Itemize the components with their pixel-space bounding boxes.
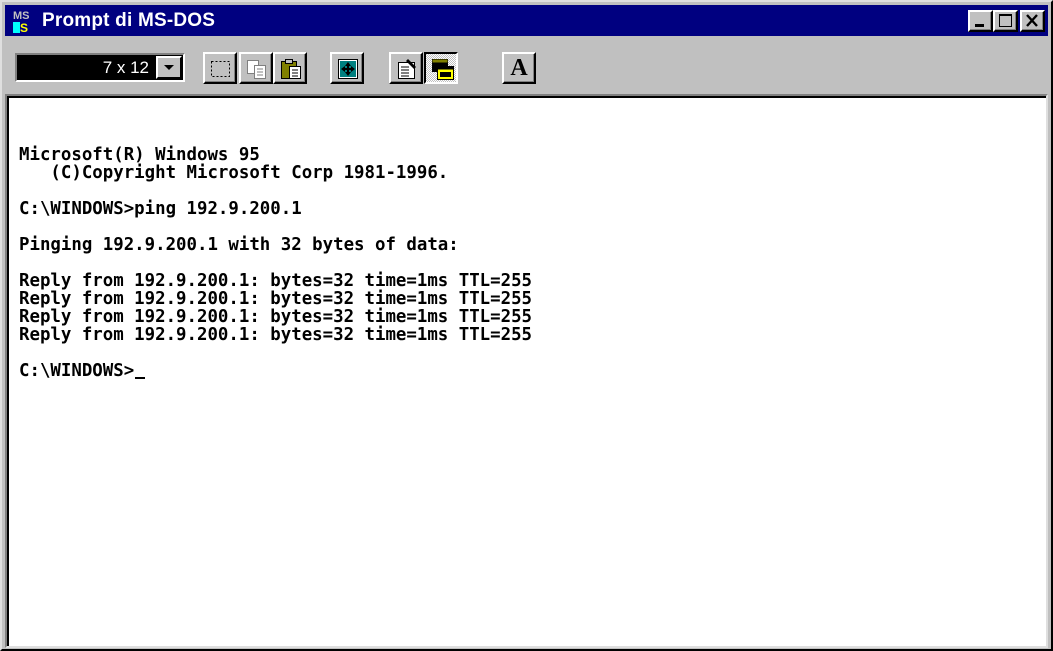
font-button-label: A (510, 55, 528, 81)
console-line: (C)Copyright Microsoft Corp 1981-1996. (19, 163, 449, 183)
minimize-button[interactable] (968, 10, 993, 32)
toolbar: 7 x 12 A (5, 40, 1048, 90)
console-line: C:\WINDOWS>ping 192.9.200.1 (19, 199, 302, 219)
console-line: Reply from 192.9.200.1: bytes=32 time=1m… (19, 325, 533, 345)
chevron-down-icon (164, 65, 174, 70)
console-area[interactable]: Microsoft(R) Windows 95 (C)Copyright Mic… (7, 96, 1046, 646)
svg-text:S: S (20, 21, 28, 34)
font-size-select[interactable]: 7 x 12 (15, 53, 185, 82)
background-icon (432, 59, 454, 80)
properties-icon (398, 59, 416, 79)
mark-button[interactable] (203, 52, 237, 84)
console-line: Microsoft(R) Windows 95 (19, 145, 260, 165)
font-size-dropdown-button[interactable] (156, 56, 182, 79)
full-screen-button[interactable] (330, 52, 364, 84)
maximize-button[interactable] (993, 10, 1018, 32)
console-output: Microsoft(R) Windows 95 (C)Copyright Mic… (19, 146, 532, 380)
text-cursor (135, 377, 146, 379)
maximize-icon (999, 14, 1012, 27)
font-size-value: 7 x 12 (102, 58, 149, 77)
paste-icon (281, 59, 301, 79)
console-line: Reply from 192.9.200.1: bytes=32 time=1m… (19, 271, 533, 291)
minimize-icon (975, 24, 984, 27)
console-line: Pinging 192.9.200.1 with 32 bytes of dat… (19, 235, 459, 255)
paste-button[interactable] (273, 52, 307, 84)
close-button[interactable] (1020, 10, 1045, 32)
ms-dos-icon[interactable]: MS S (12, 8, 38, 34)
console-line: Reply from 192.9.200.1: bytes=32 time=1m… (19, 307, 533, 327)
copy-button[interactable] (239, 52, 273, 84)
font-button[interactable]: A (502, 52, 536, 84)
window-title: Prompt di MS-DOS (42, 10, 216, 31)
full-screen-icon (338, 59, 358, 79)
console-frame: Microsoft(R) Windows 95 (C)Copyright Mic… (5, 94, 1048, 648)
console-prompt: C:\WINDOWS> (19, 361, 135, 381)
console-line: Reply from 192.9.200.1: bytes=32 time=1m… (19, 289, 533, 309)
properties-button[interactable] (389, 52, 423, 84)
close-icon (1026, 14, 1038, 27)
background-button[interactable] (424, 52, 458, 84)
ms-dos-window: MS S Prompt di MS-DOS 7 x 12 A Microsoft… (0, 0, 1053, 651)
title-bar[interactable]: MS S Prompt di MS-DOS (5, 5, 1048, 36)
mark-icon (211, 61, 230, 77)
copy-icon (247, 60, 266, 79)
